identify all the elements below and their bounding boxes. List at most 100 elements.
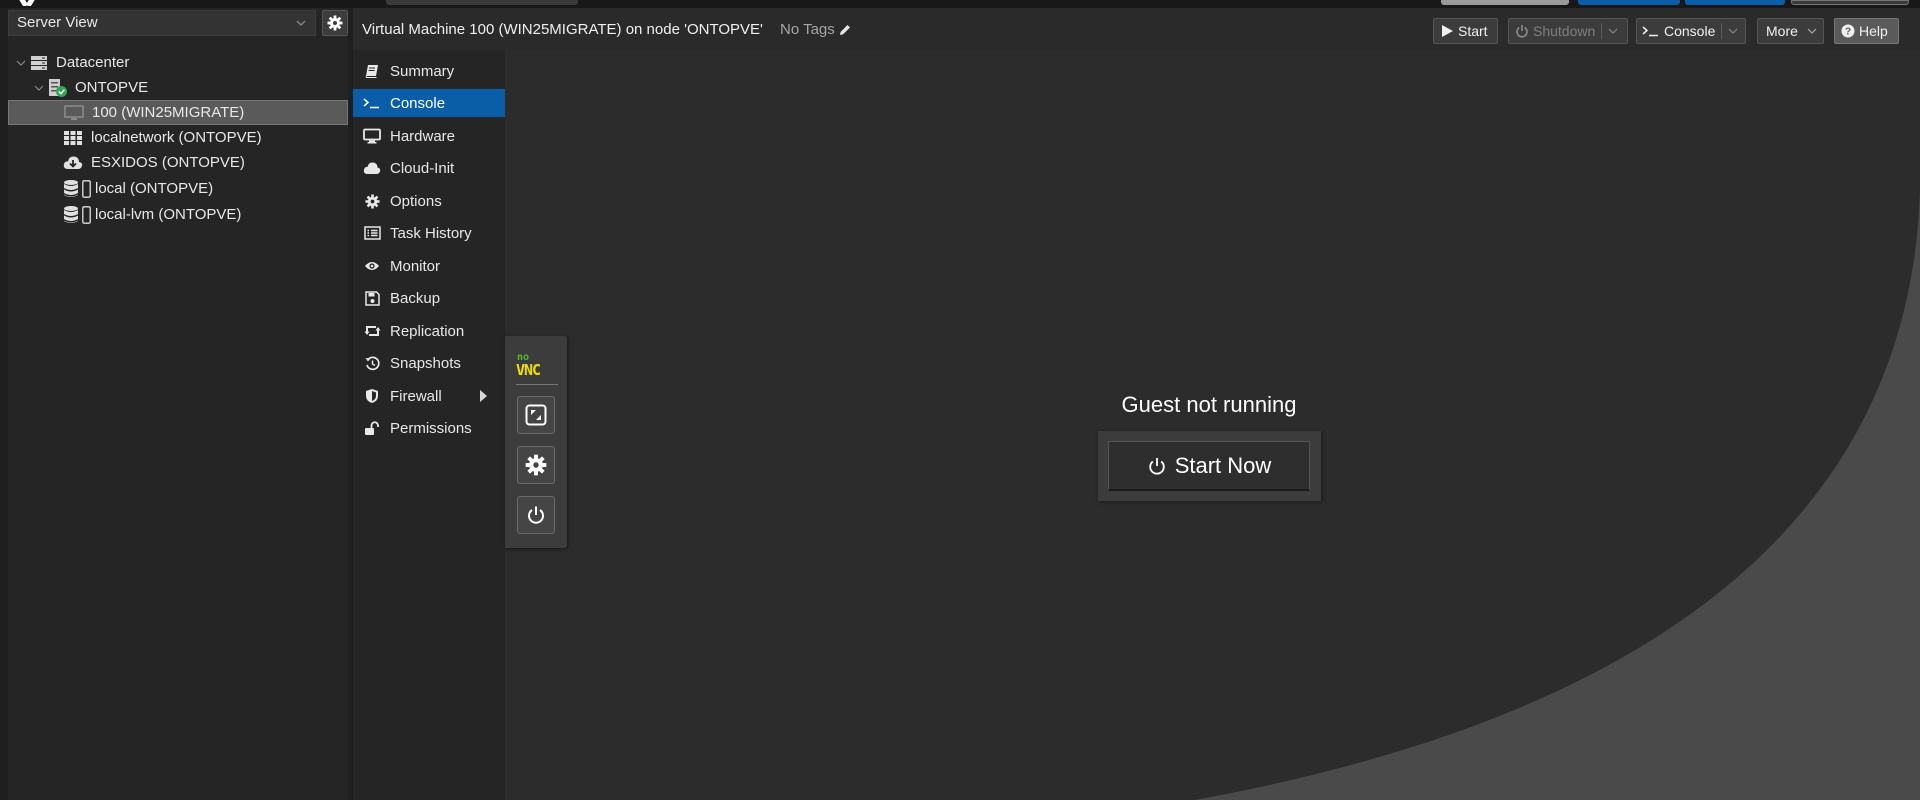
tree-item-datacenter[interactable]: Datacenter bbox=[8, 50, 348, 75]
tree-item-local-storage[interactable]: local (ONTOPVE) bbox=[8, 176, 348, 201]
play-icon bbox=[1442, 25, 1453, 37]
nav-summary[interactable]: Summary bbox=[353, 57, 505, 85]
eye-icon bbox=[363, 257, 381, 275]
chevron-down-icon bbox=[1804, 26, 1820, 36]
fullscreen-button[interactable] bbox=[517, 396, 555, 434]
nav-hardware[interactable]: Hardware bbox=[353, 122, 505, 150]
novnc-control-bar: no VNC bbox=[505, 336, 567, 548]
app-header-strip bbox=[0, 0, 1920, 8]
page-title: Virtual Machine 100 (WIN25MIGRATE) on no… bbox=[362, 21, 763, 38]
nav-monitor[interactable]: Monitor bbox=[353, 252, 505, 280]
tags-editor[interactable]: No Tags bbox=[780, 21, 852, 38]
start-label: Start bbox=[1458, 23, 1488, 39]
nav-backup[interactable]: Backup bbox=[353, 284, 505, 312]
nav-label: Summary bbox=[390, 62, 455, 80]
power-icon bbox=[1516, 25, 1528, 38]
nav-permissions[interactable]: Permissions bbox=[353, 414, 505, 442]
book-icon bbox=[363, 62, 381, 80]
header-button-user[interactable] bbox=[1791, 0, 1909, 5]
svg-text:VNC: VNC bbox=[516, 361, 540, 378]
vnc-power-button[interactable] bbox=[517, 496, 555, 534]
vm-title-bar: Virtual Machine 100 (WIN25MIGRATE) on no… bbox=[353, 8, 1920, 50]
gear-icon bbox=[525, 454, 547, 476]
nav-label: Options bbox=[390, 192, 442, 210]
history-icon bbox=[363, 354, 381, 372]
tree-item-label: ONTOPVE bbox=[75, 79, 149, 96]
tree-item-label: local (ONTOPVE) bbox=[95, 180, 214, 197]
console-viewport[interactable] bbox=[505, 50, 1920, 800]
chevron-down-icon[interactable] bbox=[1602, 26, 1624, 36]
view-settings-button[interactable] bbox=[322, 9, 348, 36]
tree-item-node-ontopve[interactable]: ONTOPVE bbox=[8, 75, 348, 100]
svg-text:?: ? bbox=[1845, 27, 1851, 38]
nav-label: Task History bbox=[390, 224, 472, 242]
help-button[interactable]: ? Help bbox=[1834, 18, 1899, 44]
vnc-settings-button[interactable] bbox=[517, 446, 555, 484]
resource-tree-panel: Server View Datacenter ONTOPVE 100 (WIN2… bbox=[8, 8, 348, 800]
vm-nav-panel: Summary Console Hardware Cloud-Init Opti… bbox=[353, 50, 505, 800]
expand-icon bbox=[525, 404, 547, 426]
tree-item-esxidos[interactable]: ESXIDOS (ONTOPVE) bbox=[8, 150, 348, 175]
tree-item-label: ESXIDOS (ONTOPVE) bbox=[91, 154, 245, 171]
gear-icon bbox=[327, 15, 343, 30]
view-select[interactable]: Server View bbox=[8, 9, 316, 36]
cloud-icon bbox=[363, 159, 381, 177]
node-running-icon bbox=[46, 78, 68, 98]
nav-task-history[interactable]: Task History bbox=[353, 219, 505, 247]
nav-console[interactable]: Console bbox=[353, 89, 505, 117]
header-button-create-vm[interactable] bbox=[1578, 0, 1680, 5]
start-now-dialog: Start Now bbox=[1098, 431, 1321, 501]
header-button-docs[interactable] bbox=[1441, 0, 1569, 5]
nav-options[interactable]: Options bbox=[353, 187, 505, 215]
grid-network-icon bbox=[63, 129, 83, 147]
mobile-device-icon bbox=[82, 205, 91, 224]
view-select-value: Server View bbox=[17, 14, 98, 31]
terminal-icon bbox=[363, 94, 381, 112]
unlock-icon bbox=[363, 419, 381, 437]
chevron-down-icon[interactable] bbox=[34, 83, 46, 93]
start-button[interactable]: Start bbox=[1433, 18, 1498, 44]
monitor-icon bbox=[64, 104, 84, 122]
nav-label: Backup bbox=[390, 289, 441, 307]
more-button[interactable]: More bbox=[1757, 18, 1824, 44]
shutdown-button[interactable]: Shutdown bbox=[1508, 18, 1628, 44]
help-label: Help bbox=[1859, 23, 1888, 39]
mobile-device-icon bbox=[82, 179, 91, 198]
floppy-icon bbox=[363, 289, 381, 307]
search-field[interactable] bbox=[386, 0, 578, 5]
guest-status-text: Guest not running bbox=[1121, 392, 1297, 417]
view-bar: Server View bbox=[8, 8, 348, 37]
chevron-down-icon[interactable] bbox=[16, 58, 28, 68]
tree-item-label: Datacenter bbox=[56, 54, 130, 71]
cloud-download-icon bbox=[63, 154, 83, 172]
power-icon bbox=[1149, 457, 1165, 475]
retweet-icon bbox=[363, 322, 381, 340]
start-now-button[interactable]: Start Now bbox=[1108, 441, 1310, 491]
console-background bbox=[1195, 190, 1920, 800]
gear-icon bbox=[363, 192, 381, 210]
caret-right-icon[interactable] bbox=[480, 390, 487, 402]
nav-snapshots[interactable]: Snapshots bbox=[353, 349, 505, 377]
nav-label: Replication bbox=[390, 322, 465, 340]
list-icon bbox=[363, 224, 381, 242]
novnc-logo: no VNC bbox=[516, 352, 541, 378]
shutdown-label: Shutdown bbox=[1533, 23, 1596, 39]
header-button-create-ct[interactable] bbox=[1685, 0, 1785, 5]
proxmox-logo-icon bbox=[19, 0, 35, 6]
nav-label: Snapshots bbox=[390, 354, 461, 372]
nav-firewall[interactable]: Firewall bbox=[353, 382, 505, 410]
tree-item-local-lvm-storage[interactable]: local-lvm (ONTOPVE) bbox=[8, 202, 348, 227]
nav-label: Permissions bbox=[390, 419, 472, 437]
more-label: More bbox=[1766, 23, 1798, 39]
chevron-down-icon[interactable] bbox=[1722, 26, 1744, 36]
tree-item-vm-100[interactable]: 100 (WIN25MIGRATE) bbox=[8, 100, 348, 125]
database-icon bbox=[63, 205, 79, 225]
nav-replication[interactable]: Replication bbox=[353, 317, 505, 345]
tree-item-localnetwork[interactable]: localnetwork (ONTOPVE) bbox=[8, 125, 348, 150]
nav-label: Firewall bbox=[390, 387, 442, 405]
database-icon bbox=[63, 179, 79, 199]
nav-cloud-init[interactable]: Cloud-Init bbox=[353, 154, 505, 182]
console-button[interactable]: Console bbox=[1636, 18, 1746, 44]
shield-icon bbox=[363, 387, 381, 405]
pencil-icon[interactable] bbox=[838, 23, 852, 37]
